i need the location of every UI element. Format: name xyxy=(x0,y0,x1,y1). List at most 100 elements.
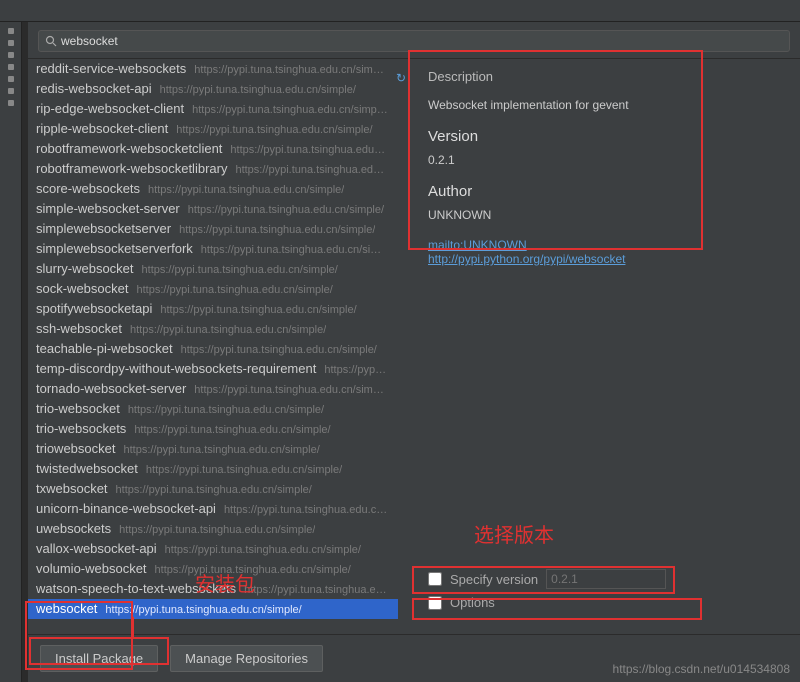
package-item[interactable]: volumio-websocket https://pypi.tuna.tsing… xyxy=(28,559,398,579)
package-name: robotframework-websocketlibrary xyxy=(36,161,227,176)
author-value: UNKNOWN xyxy=(428,208,786,222)
package-item[interactable]: spotifywebsocketapihttps://pypi.tuna.tsi… xyxy=(28,299,398,319)
mailto-link[interactable]: mailto:UNKNOWN xyxy=(428,238,786,252)
package-repo: https://pypi.tuna.tsinghua.edu.cn/simple… xyxy=(130,324,326,336)
package-name: simple-websocket-server xyxy=(36,201,180,216)
package-repo: https://pypi.tuna.tsinghua.edu.cn/simple… xyxy=(224,504,388,516)
install-package-button[interactable]: Install Package xyxy=(40,645,158,672)
package-repo: https://pypi.tuna.tsinghua.edu.cn/simple… xyxy=(201,244,388,256)
package-item[interactable]: score-websockets https://pypi.tuna.tsingh… xyxy=(28,179,398,199)
package-detail: ↻ Description Websocket implementation f… xyxy=(398,59,800,634)
package-item[interactable]: uwebsockets https://pypi.tuna.tsinghua.ed… xyxy=(28,519,398,539)
package-item[interactable]: robotframework-websocketclient https://py… xyxy=(28,139,398,159)
package-item[interactable]: vallox-websocket-api https://pypi.tuna.ts… xyxy=(28,539,398,559)
package-name: reddit-service-websockets xyxy=(36,61,186,76)
package-item[interactable]: sock-websockethttps://pypi.tuna.tsinghua… xyxy=(28,279,398,299)
package-repo: https://pypi.tuna.tsinghua.edu.cn/simple… xyxy=(119,524,315,536)
package-name: uwebsockets xyxy=(36,521,111,536)
package-item[interactable]: ssh-websocket https://pypi.tuna.tsinghua.… xyxy=(28,319,398,339)
package-item[interactable]: simple-websocket-serverhttps://pypi.tuna… xyxy=(28,199,398,219)
package-name: trio-websocket xyxy=(36,401,120,416)
packages-dialog: reddit-service-websockets https://pypi.tu… xyxy=(28,22,800,682)
package-repo: https://pypi.tuna.tsinghua.edu.cn/simple… xyxy=(136,284,332,296)
package-repo: https://pypi.tuna.tsinghua.edu.cn/simple… xyxy=(128,404,324,416)
package-item[interactable]: simplewebsocketserverfork https://pypi.tu… xyxy=(28,239,398,259)
package-name: score-websockets xyxy=(36,181,140,196)
package-repo: https://pypi.tuna.tsinghua.edu.cn/simple… xyxy=(235,164,388,176)
package-name: teachable-pi-websocket xyxy=(36,341,173,356)
package-repo: https://pypi.tuna.tsinghua.edu.cn/simple… xyxy=(244,584,388,596)
homepage-link[interactable]: http://pypi.python.org/pypi/websocket xyxy=(428,252,786,266)
package-repo: https://pypi.tuna.tsinghua.edu.cn/simple… xyxy=(160,304,356,316)
package-name: ripple-websocket-client xyxy=(36,121,168,136)
package-repo: https://pypi.tuna.tsinghua.edu.cn/simple… xyxy=(116,484,312,496)
package-repo: https://pypi.tuna.tsinghua.edu.cn/simple… xyxy=(176,124,372,136)
package-name: triowebsocket xyxy=(36,441,115,456)
package-repo: https://pypi.tuna.tsinghua.edu.cn/simple… xyxy=(165,544,361,556)
package-item[interactable]: temp-discordpy-without-websockets-requir… xyxy=(28,359,398,379)
search-input[interactable] xyxy=(61,34,783,48)
package-repo: https://pypi.tuna.tsinghua.edu.cn/simple… xyxy=(155,564,351,576)
package-repo: https://pypi.tuna.tsinghua.edu.cn/simple… xyxy=(105,604,301,616)
package-item[interactable]: tornado-websocket-server https://pypi.tun… xyxy=(28,379,398,399)
description-text: Websocket implementation for gevent xyxy=(428,98,786,112)
options-label: Options xyxy=(450,595,495,610)
titlebar xyxy=(0,0,800,22)
search-icon xyxy=(45,35,57,47)
package-name: unicorn-binance-websocket-api xyxy=(36,501,216,516)
package-item[interactable]: trio-websocket https://pypi.tuna.tsinghua… xyxy=(28,399,398,419)
package-item[interactable]: simplewebsocketserver https://pypi.tuna.t… xyxy=(28,219,398,239)
package-repo: https://pypi.tuna.tsinghua.edu.cn/simple… xyxy=(230,144,388,156)
package-item[interactable]: watson-speech-to-text-websocketshttps://… xyxy=(28,579,398,599)
search-box[interactable] xyxy=(38,30,790,52)
package-repo: https://pypi.tuna.tsinghua.edu.cn/simple… xyxy=(179,224,375,236)
package-name: rip-edge-websocket-client xyxy=(36,101,184,116)
package-item[interactable]: triowebsocket https://pypi.tuna.tsinghua.… xyxy=(28,439,398,459)
manage-repositories-button[interactable]: Manage Repositories xyxy=(170,645,323,672)
package-item[interactable]: websocket https://pypi.tuna.tsinghua.edu.… xyxy=(28,599,398,619)
package-repo: https://pypi.tuna.tsinghua.edu.cn/simple… xyxy=(194,384,388,396)
split-pane: reddit-service-websockets https://pypi.tu… xyxy=(28,59,800,634)
package-name: volumio-websocket xyxy=(36,561,147,576)
refresh-icon[interactable]: ↻ xyxy=(396,71,406,85)
package-item[interactable]: ripple-websocket-client https://pypi.tuna… xyxy=(28,119,398,139)
package-repo: https://pypi.tuna.tsinghua.edu.cn/simple… xyxy=(192,104,388,116)
specify-version-input[interactable] xyxy=(546,569,666,589)
package-name: trio-websockets xyxy=(36,421,126,436)
version-label: Version xyxy=(428,128,786,145)
package-item[interactable]: txwebsockethttps://pypi.tuna.tsinghua.ed… xyxy=(28,479,398,499)
package-name: redis-websocket-api xyxy=(36,81,152,96)
options-checkbox[interactable] xyxy=(428,596,442,610)
package-name: ssh-websocket xyxy=(36,321,122,336)
install-options: Specify version Options xyxy=(412,565,786,624)
package-name: robotframework-websocketclient xyxy=(36,141,222,156)
package-item[interactable]: slurry-websockethttps://pypi.tuna.tsingh… xyxy=(28,259,398,279)
package-repo: https://pypi.tuna.tsinghua.edu.cn/simple… xyxy=(123,444,319,456)
package-repo: https://pypi.tuna.tsinghua.edu.cn/simple… xyxy=(324,364,388,376)
package-repo: https://pypi.tuna.tsinghua.edu.cn/simple… xyxy=(134,424,330,436)
specify-version-label: Specify version xyxy=(450,572,538,587)
specify-version-checkbox[interactable] xyxy=(428,572,442,586)
search-row xyxy=(28,22,800,59)
package-item[interactable]: trio-websockets https://pypi.tuna.tsinghu… xyxy=(28,419,398,439)
package-name: vallox-websocket-api xyxy=(36,541,157,556)
watermark-text: https://blog.csdn.net/u014534808 xyxy=(613,662,790,676)
package-repo: https://pypi.tuna.tsinghua.edu.cn/simple… xyxy=(142,264,338,276)
package-name: simplewebsocketserver xyxy=(36,221,171,236)
package-item[interactable]: robotframework-websocketlibrary https://p… xyxy=(28,159,398,179)
package-item[interactable]: unicorn-binance-websocket-api https://pyp… xyxy=(28,499,398,519)
package-list[interactable]: reddit-service-websockets https://pypi.tu… xyxy=(28,59,398,634)
version-value: 0.2.1 xyxy=(428,153,786,167)
package-item[interactable]: twistedwebsockethttps://pypi.tuna.tsingh… xyxy=(28,459,398,479)
package-repo: https://pypi.tuna.tsinghua.edu.cn/simple… xyxy=(160,84,356,96)
package-item[interactable]: rip-edge-websocket-client https://pypi.tu… xyxy=(28,99,398,119)
package-name: websocket xyxy=(36,601,97,616)
description-label: Description xyxy=(428,69,786,84)
package-repo: https://pypi.tuna.tsinghua.edu.cn/simple… xyxy=(181,344,377,356)
package-item[interactable]: reddit-service-websocketshttps://pypi.tu… xyxy=(28,59,398,79)
package-name: simplewebsocketserverfork xyxy=(36,241,193,256)
package-name: tornado-websocket-server xyxy=(36,381,186,396)
package-repo: https://pypi.tuna.tsinghua.edu.cn/simple… xyxy=(148,184,344,196)
package-item[interactable]: teachable-pi-websocket https://pypi.tuna.… xyxy=(28,339,398,359)
package-item[interactable]: redis-websocket-api https://pypi.tuna.tsi… xyxy=(28,79,398,99)
